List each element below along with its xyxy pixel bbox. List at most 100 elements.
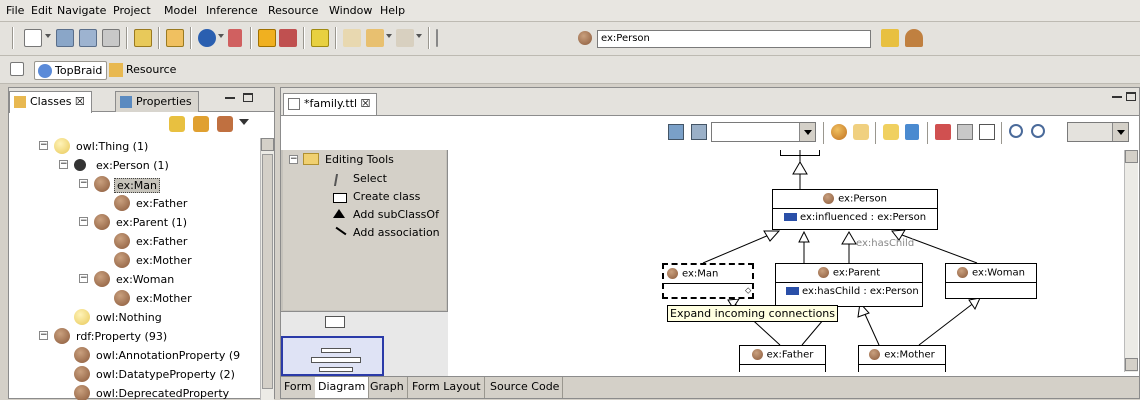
tree-expander-icon[interactable]: − xyxy=(59,160,68,169)
table-icon[interactable] xyxy=(979,124,995,140)
save-icon[interactable] xyxy=(56,29,74,47)
chevron-down-icon[interactable] xyxy=(1112,123,1128,141)
scroll-down-button[interactable] xyxy=(1125,358,1138,371)
zoom-out-icon[interactable] xyxy=(1031,124,1045,138)
chevron-down-icon[interactable] xyxy=(386,34,392,38)
scroll-thumb[interactable] xyxy=(262,154,273,389)
tab-source-code[interactable]: Source Code xyxy=(487,377,564,398)
import-icon[interactable] xyxy=(166,29,184,47)
back-small-icon[interactable] xyxy=(343,29,361,47)
layout-icon[interactable] xyxy=(691,124,707,140)
scroll-up-button[interactable] xyxy=(1125,150,1138,163)
back-arrow-icon[interactable] xyxy=(366,29,384,47)
palette-item-add-subclassof[interactable]: Add subClassOf xyxy=(353,208,439,221)
resource-address-input[interactable]: ex:Person xyxy=(597,30,871,48)
zoom-level-select[interactable] xyxy=(1067,122,1129,142)
print-icon[interactable] xyxy=(957,124,973,140)
tab-form-layout[interactable]: Form Layout xyxy=(409,377,485,398)
tree-item[interactable]: − rdf:Property (93) xyxy=(9,328,259,347)
palette-item-create-class[interactable]: Create class xyxy=(353,190,420,203)
new-file-icon[interactable] xyxy=(24,29,42,47)
refresh-icon[interactable] xyxy=(853,124,869,140)
diagram-node-mother[interactable]: ex:Mother xyxy=(858,345,946,372)
zoom-in-icon[interactable] xyxy=(1009,124,1023,138)
tree-item[interactable]: − owl:Thing (1) xyxy=(9,138,259,157)
tree-item[interactable]: − ex:Woman xyxy=(9,271,259,290)
view-menu-icon[interactable] xyxy=(239,119,249,125)
export-icon[interactable] xyxy=(668,124,684,140)
diagram-canvas[interactable]: ex:Person ex:influenced : ex:Person ex:h… xyxy=(449,150,1139,372)
tree-item[interactable]: owl:Nothing xyxy=(9,309,259,328)
create-class-icon[interactable] xyxy=(169,116,185,132)
save-image-icon[interactable] xyxy=(935,124,951,140)
tree-item[interactable]: owl:DatatypeProperty (2) xyxy=(9,366,259,385)
menu-file[interactable]: File xyxy=(6,4,24,17)
tree-item[interactable]: owl:DeprecatedProperty xyxy=(9,385,259,400)
tree-item[interactable]: − ex:Man xyxy=(9,176,259,195)
perspective-topbraid[interactable]: TopBraid xyxy=(34,61,108,80)
menu-edit[interactable]: Edit xyxy=(31,4,52,17)
diagram-node-man[interactable]: ex:Man ⬦ xyxy=(662,263,754,299)
user-icon[interactable] xyxy=(905,29,923,47)
tab-family-ttl[interactable]: *family.ttl ☒ xyxy=(283,93,378,115)
chevron-down-icon[interactable] xyxy=(416,34,422,38)
tab-diagram[interactable]: Diagram xyxy=(315,377,370,398)
run-icon[interactable] xyxy=(198,29,216,47)
open-folder-icon[interactable] xyxy=(134,29,152,47)
delete-class-icon[interactable] xyxy=(217,116,233,132)
bookmark-star-icon[interactable] xyxy=(311,29,329,47)
diagram-overview[interactable] xyxy=(281,311,448,379)
tree-expander-icon[interactable]: − xyxy=(79,217,88,226)
chevron-down-icon[interactable] xyxy=(218,34,224,38)
diagram-node-parent[interactable]: ex:Parent ex:hasChild : ex:Person xyxy=(775,263,923,307)
canvas-scrollbar[interactable] xyxy=(1124,150,1138,372)
menu-window[interactable]: Window xyxy=(329,4,372,17)
menu-resource[interactable]: Resource xyxy=(268,4,318,17)
menu-navigate[interactable]: Navigate xyxy=(57,4,106,17)
menu-help[interactable]: Help xyxy=(380,4,405,17)
tab-properties[interactable]: Properties xyxy=(115,91,199,112)
menu-inference[interactable]: Inference xyxy=(206,4,258,17)
menu-project[interactable]: Project xyxy=(113,4,151,17)
open-perspective-icon[interactable] xyxy=(10,62,24,76)
tree-item[interactable]: ex:Father xyxy=(9,195,259,214)
tab-form[interactable]: Form xyxy=(281,377,316,398)
save-all-icon[interactable] xyxy=(79,29,97,47)
palette-item-add-association[interactable]: Add association xyxy=(353,226,440,239)
tree-item[interactable]: ex:Mother xyxy=(9,290,259,309)
diagram-node-father[interactable]: ex:Father xyxy=(739,345,826,372)
tree-item[interactable]: − ex:Parent (1) xyxy=(9,214,259,233)
trash-icon[interactable] xyxy=(905,124,919,140)
tree-item[interactable]: − ex:Person (1) xyxy=(9,157,259,176)
stop-icon[interactable] xyxy=(228,29,242,47)
chevron-down-icon[interactable] xyxy=(799,123,815,141)
palette-item-select[interactable]: Select xyxy=(353,172,387,185)
maximize-icon[interactable] xyxy=(1126,92,1136,101)
tree-item[interactable]: ex:Father xyxy=(9,233,259,252)
minimize-icon[interactable] xyxy=(1112,96,1122,98)
collapse-icon[interactable]: − xyxy=(289,155,298,164)
tree-scrollbar[interactable] xyxy=(260,138,274,400)
print-icon[interactable] xyxy=(102,29,120,47)
tree-item[interactable]: ex:Mother xyxy=(9,252,259,271)
perspective-resource[interactable]: Resource xyxy=(106,61,180,80)
home-icon[interactable] xyxy=(881,29,899,47)
create-subclass-icon[interactable] xyxy=(193,116,209,132)
bug-icon[interactable] xyxy=(279,29,297,47)
menu-model[interactable]: Model xyxy=(164,4,197,17)
diagram-node-woman[interactable]: ex:Woman xyxy=(945,263,1037,299)
tree-expander-icon[interactable]: − xyxy=(39,331,48,340)
add-class-icon[interactable] xyxy=(831,124,847,140)
tab-graph[interactable]: Graph xyxy=(367,377,408,398)
chevron-down-icon[interactable] xyxy=(45,34,51,38)
minimize-icon[interactable] xyxy=(225,97,235,99)
check-icon[interactable] xyxy=(883,124,899,140)
maximize-icon[interactable] xyxy=(243,93,253,102)
tree-item[interactable]: owl:AnnotationProperty (9 xyxy=(9,347,259,366)
warning-icon[interactable] xyxy=(258,29,276,47)
tree-expander-icon[interactable]: − xyxy=(79,274,88,283)
forward-arrow-icon[interactable] xyxy=(396,29,414,47)
tree-expander-icon[interactable]: − xyxy=(39,141,48,150)
scroll-up-button[interactable] xyxy=(261,138,274,151)
tree-expander-icon[interactable]: − xyxy=(79,179,88,188)
